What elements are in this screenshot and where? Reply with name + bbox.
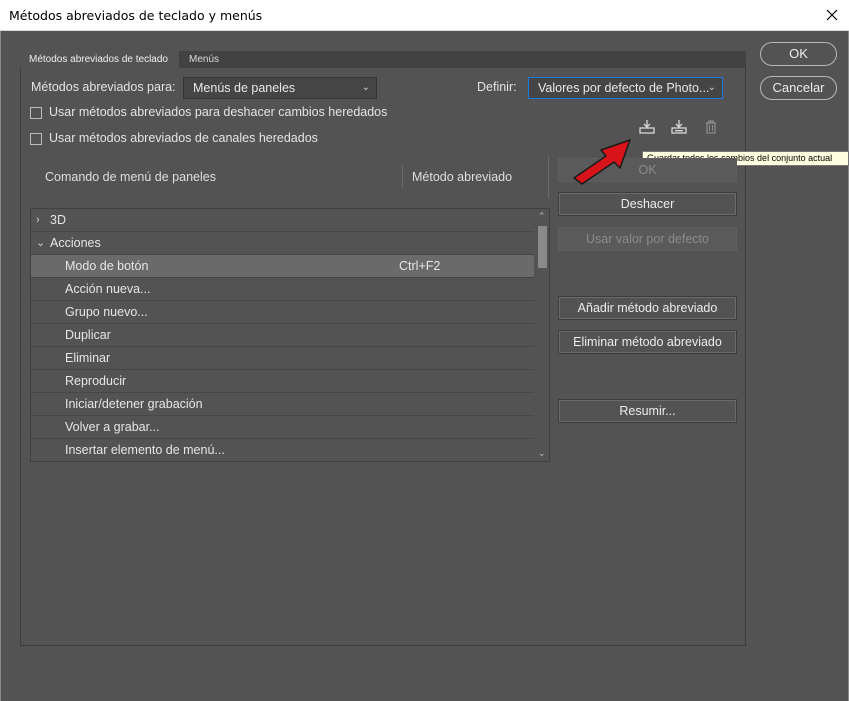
tab-keyboard-shortcuts[interactable]: Métodos abreviados de teclado <box>20 51 179 68</box>
shortcuts-for-label: Métodos abreviados para: <box>31 80 176 94</box>
list-item-group[interactable]: › 3D <box>31 209 534 232</box>
window-border-left <box>0 31 1 701</box>
list-item-label: Acción nueva... <box>65 282 151 296</box>
save-set-as-button[interactable] <box>670 118 688 136</box>
list-item-shortcut[interactable]: Ctrl+F2 <box>399 255 440 277</box>
tab-bar: Métodos abreviados de teclado Menús <box>20 51 746 68</box>
set-value: Valores por defecto de Photo... <box>538 81 710 95</box>
list-item[interactable]: Acción nueva... <box>31 278 534 301</box>
summarize-button[interactable]: Resumir... <box>558 399 737 423</box>
undo-button[interactable]: Deshacer <box>558 192 737 216</box>
list-item-label: 3D <box>50 213 66 227</box>
column-separator <box>402 166 403 188</box>
add-shortcut-button[interactable]: Añadir método abreviado <box>558 296 737 320</box>
delete-set-button[interactable] <box>702 118 720 136</box>
legacy-undo-checkbox[interactable] <box>30 107 42 119</box>
window-title: Métodos abreviados de teclado y menús <box>9 8 263 23</box>
chevron-down-icon: ⌄ <box>707 82 716 93</box>
chevron-down-icon[interactable]: ⌄ <box>538 448 546 459</box>
list-item[interactable]: Modo de botón Ctrl+F2 <box>31 255 534 278</box>
set-select[interactable]: Valores por defecto de Photo... ⌄ <box>528 77 723 99</box>
chevron-up-icon[interactable]: ⌃ <box>538 211 546 222</box>
list-item[interactable]: Insertar elemento de menú... <box>31 439 534 461</box>
close-button[interactable] <box>815 0 849 31</box>
list-item-label: Reproducir <box>65 374 127 388</box>
list-item-label: Modo de botón <box>65 259 149 273</box>
list-item-label: Duplicar <box>65 328 111 342</box>
chevron-down-icon: ⌄ <box>36 237 46 249</box>
list-scrollbar[interactable]: ⌃ ⌄ <box>535 209 549 461</box>
list-item-group[interactable]: ⌄ Acciones <box>31 232 534 255</box>
ok-button[interactable]: OK <box>760 42 837 66</box>
list-item[interactable]: Grupo nuevo... <box>31 301 534 324</box>
column-separator <box>548 156 549 198</box>
delete-shortcut-button[interactable]: Eliminar método abreviado <box>558 330 737 354</box>
scrollbar-thumb[interactable] <box>538 226 547 268</box>
annotation-arrow-icon <box>573 139 631 185</box>
close-icon <box>826 9 838 21</box>
column-header-command: Comando de menú de paneles <box>45 170 216 184</box>
list-item-label: Grupo nuevo... <box>65 305 148 319</box>
list-item-label: Volver a grabar... <box>65 420 160 434</box>
chevron-down-icon: ⌄ <box>361 82 370 93</box>
save-set-as-icon <box>671 120 687 134</box>
list-item[interactable]: Duplicar <box>31 324 534 347</box>
use-default-button[interactable]: Usar valor por defecto <box>558 227 737 251</box>
legacy-channel-checkbox[interactable] <box>30 133 42 145</box>
legacy-channel-label: Usar métodos abreviados de canales hered… <box>49 131 318 145</box>
column-header-shortcut: Método abreviado <box>412 170 513 184</box>
list-item-label: Iniciar/detener grabación <box>65 397 203 411</box>
command-list: › 3D ⌄ Acciones Modo de botón Ctrl+F2 Ac… <box>30 208 550 462</box>
list-item-label: Acciones <box>50 236 101 250</box>
delete-set-icon <box>706 120 716 134</box>
legacy-undo-label: Usar métodos abreviados para deshacer ca… <box>49 105 388 119</box>
shortcuts-for-select[interactable]: Menús de paneles ⌄ <box>183 77 377 99</box>
list-item[interactable]: Volver a grabar... <box>31 416 534 439</box>
list-item[interactable]: Iniciar/detener grabación <box>31 393 534 416</box>
list-item-label: Eliminar <box>65 351 111 365</box>
list-item-label: Insertar elemento de menú... <box>65 443 225 457</box>
tab-menus[interactable]: Menús <box>180 51 228 68</box>
cancel-button[interactable]: Cancelar <box>760 76 837 100</box>
list-item[interactable]: Eliminar <box>31 347 534 370</box>
chevron-right-icon: › <box>36 214 40 226</box>
title-bar: Métodos abreviados de teclado y menús <box>0 0 849 31</box>
set-label: Definir: <box>477 80 517 94</box>
shortcuts-for-value: Menús de paneles <box>193 81 296 95</box>
list-item[interactable]: Reproducir <box>31 370 534 393</box>
